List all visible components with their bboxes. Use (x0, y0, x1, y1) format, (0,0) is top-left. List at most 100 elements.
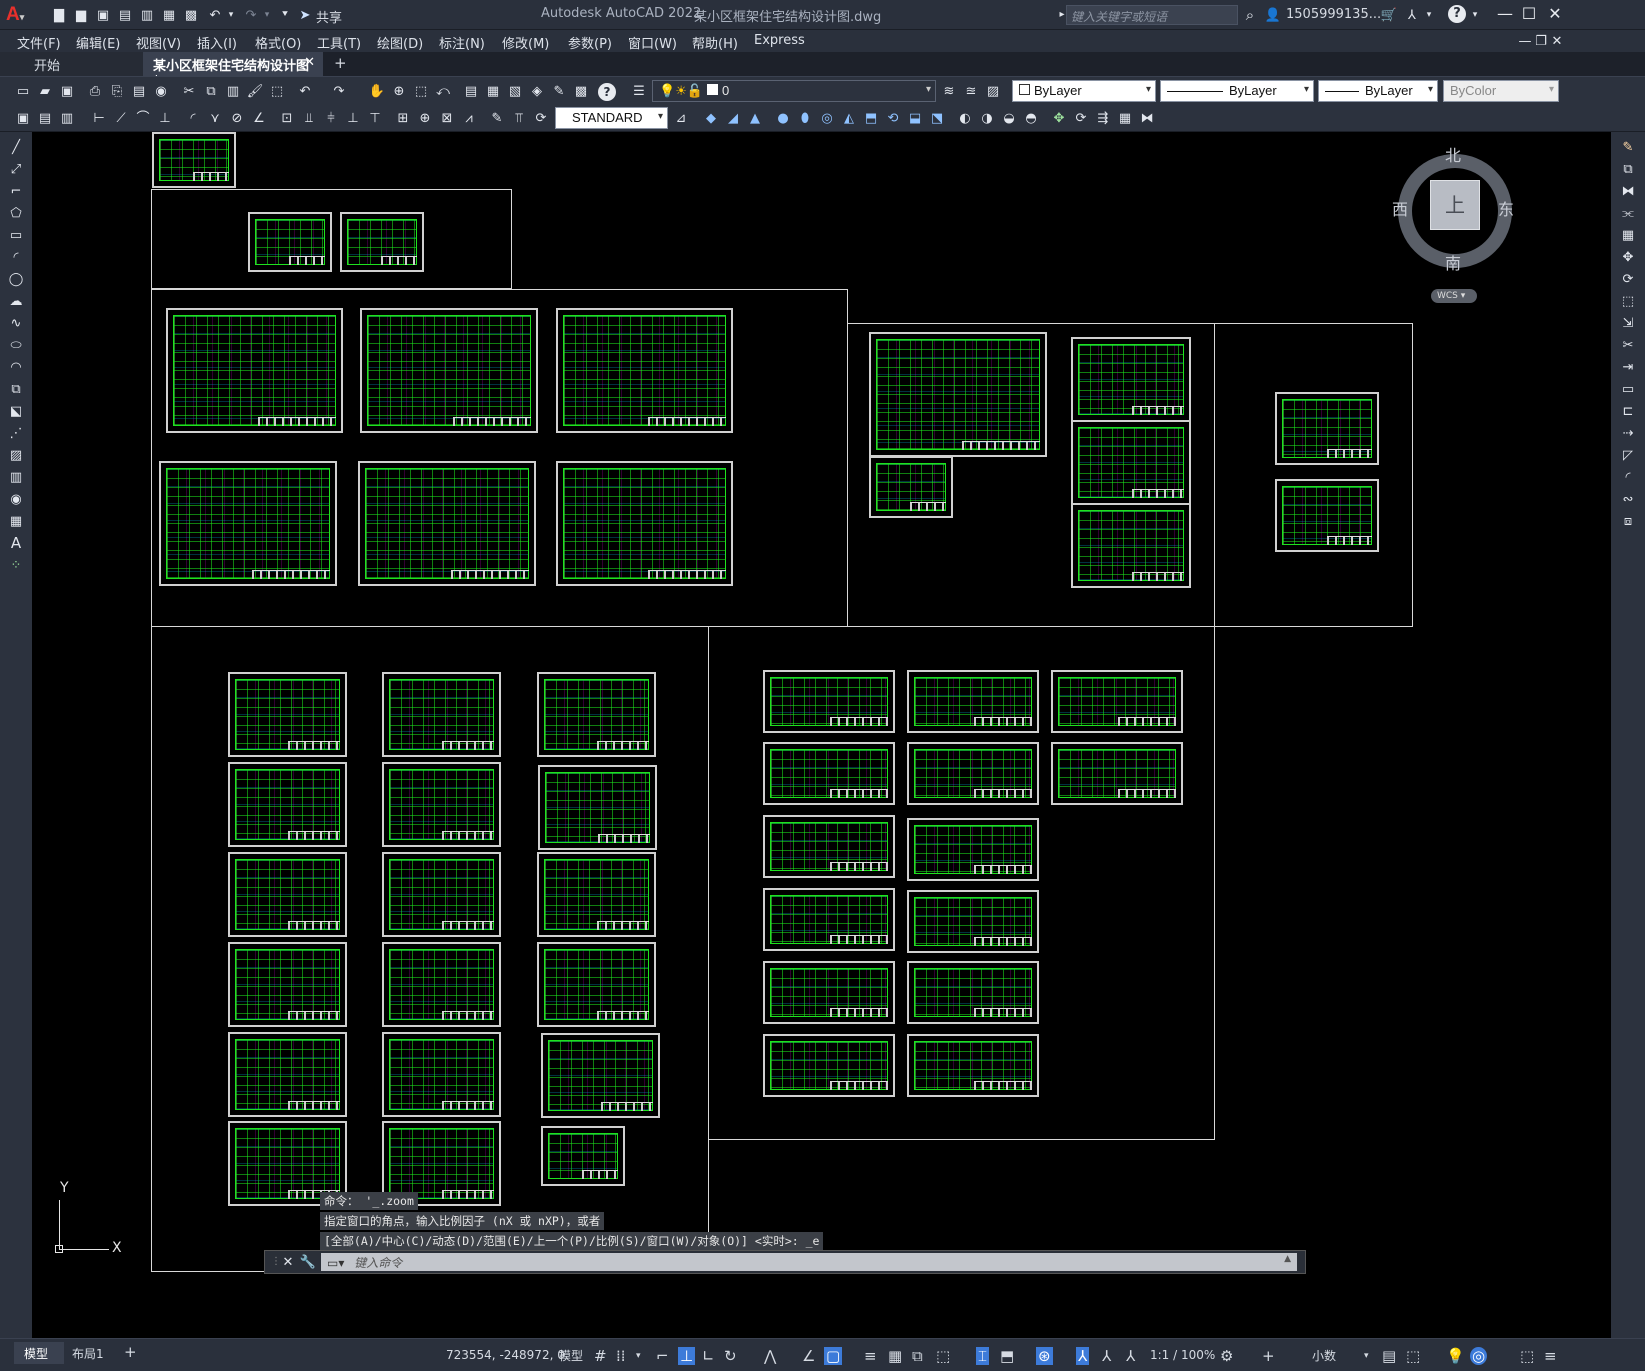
workspace-switch-icon[interactable]: ⚙ (1220, 1347, 1233, 1365)
add-layout-button[interactable]: + (124, 1343, 137, 1361)
annotation-scale-icon[interactable]: ⅄ (1126, 1347, 1135, 1365)
ordinate-dimension-icon[interactable]: ⊥ (156, 109, 174, 127)
viewcube-west[interactable]: 西 (1392, 196, 1408, 220)
3d-array-icon[interactable]: ▦ (1116, 109, 1134, 127)
mirror-icon[interactable]: ⧓ (1619, 182, 1637, 200)
drawing-sheet[interactable] (159, 461, 337, 586)
units-dropdown-icon[interactable]: ▾ (1364, 1351, 1369, 1361)
hatch-icon[interactable]: ▨ (7, 446, 25, 464)
angular-dimension-icon[interactable]: ∠ (250, 109, 268, 127)
3d-loft-icon[interactable]: ⬔ (928, 109, 946, 127)
drawing-sheet[interactable] (1071, 420, 1191, 505)
doc-close-icon[interactable]: ✕ (1548, 32, 1566, 50)
dynamic-input-icon[interactable]: ⊥ (678, 1347, 696, 1365)
drawing-sheet[interactable] (228, 942, 347, 1027)
circle-icon[interactable]: ◯ (7, 270, 25, 288)
drawing-sheet[interactable] (1051, 742, 1183, 805)
drawing-sheet[interactable] (763, 815, 895, 878)
menu-view[interactable]: 视图(V) (136, 33, 181, 52)
rectangle-icon[interactable]: ▭ (7, 226, 25, 244)
model-space-toggle[interactable]: 模型 (559, 1347, 583, 1364)
3d-extrude-icon[interactable]: ⬒ (862, 109, 880, 127)
3d-torus-icon[interactable]: ◎ (818, 109, 836, 127)
drawing-sheet[interactable] (1275, 479, 1379, 552)
tolerance-icon[interactable]: ⊞ (394, 109, 412, 127)
3d-osnap-icon[interactable]: ⬚ (936, 1347, 950, 1365)
arc-icon[interactable]: ◜ (7, 248, 25, 266)
share-icon[interactable]: ➤ (296, 6, 314, 24)
workspace-save-icon[interactable]: ▥ (58, 109, 76, 127)
help-dropdown-icon[interactable]: ▾ (1466, 6, 1484, 24)
pan-icon[interactable]: ✋ (368, 82, 386, 100)
erase-icon[interactable]: ✎ (1619, 138, 1637, 156)
3d-revolve-icon[interactable]: ⟲ (884, 109, 902, 127)
coordinates-readout[interactable]: 723554, -248972, 0 (446, 1348, 565, 1362)
new-file-icon[interactable]: ▇ (50, 6, 68, 24)
drawing-sheet[interactable] (1071, 503, 1191, 588)
drawing-sheet[interactable] (358, 461, 536, 586)
jogged-linear-icon[interactable]: ⩘ (460, 109, 478, 127)
maximize-icon[interactable]: ☐ (1520, 5, 1538, 23)
dimension-text-edit-icon[interactable]: ⫪ (510, 109, 528, 127)
offset-icon[interactable]: ⫘ (1619, 204, 1637, 222)
linear-dimension-icon[interactable]: ⊢ (90, 109, 108, 127)
menu-parametric[interactable]: 参数(P) (568, 33, 612, 52)
dynamic-ucs-icon[interactable]: ⌶ (976, 1347, 990, 1365)
layer-dropdown[interactable]: 💡☀🔓 0 ▾ (652, 80, 936, 102)
redo-toolbar-icon[interactable]: ↷ (330, 82, 348, 100)
menu-format[interactable]: 格式(O) (255, 33, 301, 52)
polar-tracking-icon[interactable]: ↻ (724, 1347, 737, 1365)
close-icon[interactable]: ✕ (1546, 5, 1564, 23)
menu-insert[interactable]: 插入(I) (197, 33, 237, 52)
fillet-icon[interactable]: ◜ (1619, 468, 1637, 486)
3d-rotate-icon[interactable]: ⟳ (1072, 109, 1090, 127)
3d-mirror-icon[interactable]: ⧓ (1138, 109, 1156, 127)
tab-close-icon[interactable]: ✕ (304, 55, 315, 70)
insert-block-icon[interactable]: ⧉ (7, 380, 25, 398)
menu-window[interactable]: 窗口(W) (628, 33, 677, 52)
radius-dimension-icon[interactable]: ◜ (184, 109, 202, 127)
drawing-sheet[interactable] (763, 888, 895, 951)
undo-toolbar-icon[interactable]: ↶ (296, 82, 314, 100)
scale-icon[interactable]: ⬚ (1619, 292, 1637, 310)
drawing-sheet[interactable] (763, 742, 895, 805)
menu-edit[interactable]: 编辑(E) (76, 33, 120, 52)
line-icon[interactable]: ╱ (7, 138, 25, 156)
drawing-sheet[interactable] (537, 852, 656, 937)
object-snap-tracking-icon[interactable]: ∠ (802, 1347, 815, 1365)
drawing-sheet[interactable] (538, 765, 657, 850)
polygon-icon[interactable]: ⬠ (7, 204, 25, 222)
revcloud-icon[interactable]: ☁ (7, 292, 25, 310)
explode-icon[interactable]: ⧈ (1619, 512, 1637, 530)
layer-state-icon[interactable]: ▨ (984, 82, 1002, 100)
drawing-sheet[interactable] (228, 852, 347, 937)
help-toolbar-icon[interactable]: ? (598, 83, 616, 101)
continue-dimension-icon[interactable]: ⫩ (322, 109, 340, 127)
command-expand-icon[interactable]: ▲ (1284, 1254, 1291, 1264)
app-dropdown-icon[interactable]: ▾ (1420, 6, 1438, 24)
transparency-icon[interactable]: ▦ (888, 1347, 902, 1365)
annotation-scale-value[interactable]: 1:1 / 100% (1150, 1348, 1215, 1362)
polyline-icon[interactable]: ⌐ (7, 182, 25, 200)
copy-icon[interactable]: ⧉ (202, 82, 220, 100)
quick-dimension-icon[interactable]: ⊡ (278, 109, 296, 127)
share-button[interactable]: 共享 (316, 7, 342, 26)
command-prompt-icon[interactable]: ▭▾ (327, 1256, 344, 1270)
baseline-dimension-icon[interactable]: ⫫ (300, 109, 318, 127)
3d-subtract-icon[interactable]: ◑ (978, 109, 996, 127)
publish-icon[interactable]: ▦ (160, 6, 178, 24)
table-icon[interactable]: ▦ (7, 512, 25, 530)
drawing-sheet[interactable] (382, 672, 501, 757)
array-icon[interactable]: ▦ (1619, 226, 1637, 244)
drawing-sheet[interactable] (1071, 337, 1191, 422)
markup-icon[interactable]: ✎ (550, 82, 568, 100)
menu-dimension[interactable]: 标注(N) (439, 33, 485, 52)
construction-line-icon[interactable]: ⤢ (7, 160, 25, 178)
jogged-dimension-icon[interactable]: ⋎ (206, 109, 224, 127)
trim-icon[interactable]: ✂ (1619, 336, 1637, 354)
3d-align-icon[interactable]: ⇶ (1094, 109, 1112, 127)
drawing-sheet[interactable] (907, 670, 1039, 733)
open-icon[interactable]: ▰ (36, 82, 54, 100)
layer-lock-icon[interactable]: 🔓 (687, 83, 703, 98)
layer-previous-icon[interactable]: ≊ (962, 82, 980, 100)
